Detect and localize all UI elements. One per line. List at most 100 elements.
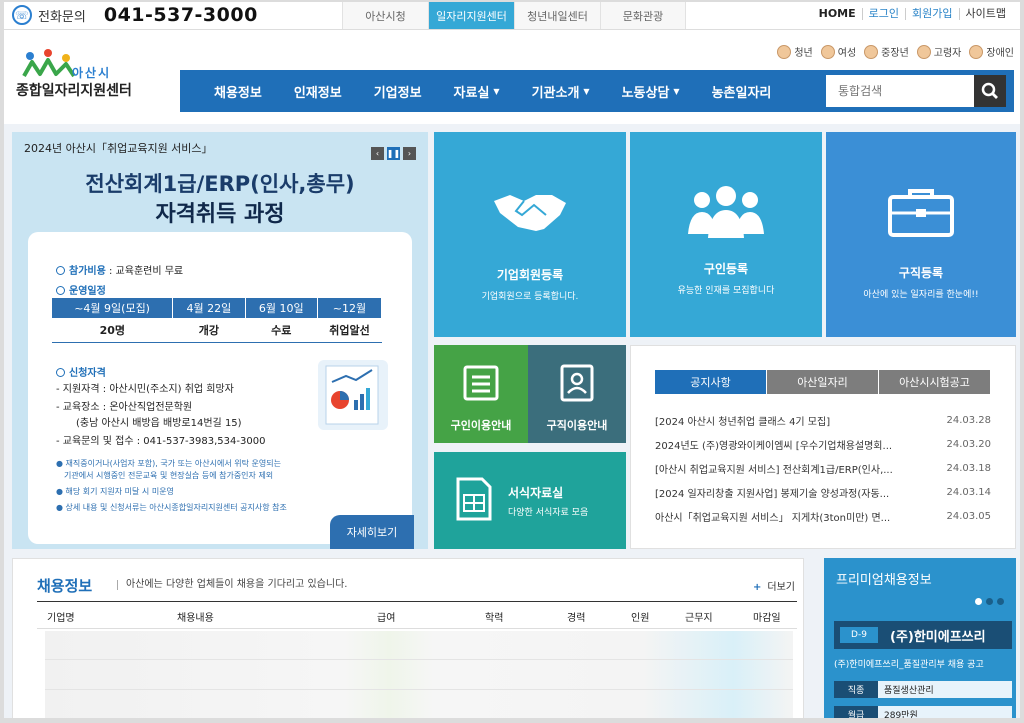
apply-heading: 신청자격 — [56, 364, 106, 379]
tile-title: 기업회원등록 — [496, 268, 564, 282]
user-type-label: 장애인 — [986, 48, 1014, 59]
tile-subtitle: 유능한 인재를 모집합니다 — [677, 286, 775, 296]
notice-date: 24.03.28 — [946, 414, 991, 426]
forms-library-tile[interactable]: 서식자료실 다양한 서식자료 모음 — [434, 452, 626, 549]
user-type-middle-aged[interactable]: 중장년 — [864, 44, 909, 59]
notice-item[interactable]: [2024 아산시 청년취업 클래스 4기 모집] 24.03.28 — [655, 408, 991, 432]
jobseek-guide-tile[interactable]: 구직이용안내 — [528, 345, 626, 443]
promo-banner[interactable]: 2024년 아산시「취업교육지원 서비스」 ‹ ❚❚ › 전산회계1급/ERP(… — [12, 132, 428, 549]
nav-company-info[interactable]: 기업정보 — [358, 70, 438, 112]
recruit-guide-tile[interactable]: 구인이용안내 — [434, 345, 528, 443]
nav-job-info[interactable]: 채용정보 — [180, 70, 278, 112]
schedule-heading: 운영일정 — [56, 282, 106, 297]
row-divider — [45, 689, 793, 690]
banner-top-text: 2024년 아산시「취업교육지원 서비스」 — [24, 142, 213, 155]
schedule-value: 취업알선 — [317, 318, 382, 343]
nav-resources[interactable]: 자료실 ▼ — [438, 70, 516, 112]
schedule-value: 수료 — [245, 318, 318, 343]
phone-number: 041-537-3000 — [103, 4, 258, 26]
nav-label: 자료실 — [453, 85, 490, 101]
carousel-dot[interactable] — [986, 598, 993, 605]
home-link[interactable]: HOME — [813, 8, 862, 20]
nav-talent-info[interactable]: 인재정보 — [278, 70, 358, 112]
column-header: 인원 — [631, 613, 650, 624]
premium-description[interactable]: (주)한미에프쓰리_품질관리부 채용 공고 — [834, 657, 984, 670]
tile-title: 구직등록 — [898, 266, 944, 280]
nav-labor-counsel[interactable]: 노동상담 ▼ — [606, 70, 696, 112]
notice-item[interactable]: 2024년도 (주)영광와이케이엠씨 [우수기업채용설명회... 24.03.20 — [655, 432, 991, 456]
notice-title: [2024 일자리창출 지원사업] 봉제기술 양성과정(자동... — [655, 488, 890, 500]
utility-links: HOME 로그인 회원가입 사이트맵 — [813, 8, 1012, 20]
carousel-dot[interactable] — [975, 598, 982, 605]
user-type-disabled[interactable]: 장애인 — [969, 44, 1014, 59]
user-type-label: 청년 — [794, 48, 813, 59]
tab-asan-jobs[interactable]: 아산일자리 — [767, 370, 878, 394]
tile-subtitle: 아산에 있는 일자리를 한눈에!! — [863, 290, 979, 300]
tab-youth-center[interactable]: 청년내일센터 — [514, 2, 600, 29]
tile-title: 구인등록 — [703, 262, 749, 276]
tile-subtitle: 기업회원으로 등록합니다. — [481, 292, 579, 302]
user-type-youth[interactable]: 청년 — [777, 44, 813, 59]
tile-title: 서식자료실 — [508, 485, 564, 500]
tab-job-center[interactable]: 일자리지원센터 — [428, 2, 514, 29]
plus-icon: + — [753, 582, 762, 593]
search-input[interactable] — [826, 75, 974, 107]
report-illustration-icon — [318, 360, 388, 430]
notice-list: [2024 아산시 청년취업 클래스 4기 모집] 24.03.28 2024년도… — [655, 408, 991, 528]
notice-item[interactable]: [아산시 취업교육지원 서비스] 전산회계1급/ERP(인사,... 24.03.… — [655, 456, 991, 480]
user-type-senior[interactable]: 고령자 — [916, 44, 962, 59]
tab-culture-tourism[interactable]: 문화관광 — [600, 2, 686, 29]
pause-icon[interactable]: ❚❚ — [387, 147, 400, 160]
field-key: 월급 — [834, 706, 878, 718]
nav-label: 노동상담 — [621, 85, 670, 101]
tab-exam-notices[interactable]: 아산시시험공고 — [879, 370, 990, 394]
company-register-tile[interactable]: 기업회원등록 기업회원으로 등록합니다. — [434, 132, 626, 337]
briefcase-icon — [888, 182, 954, 242]
user-type-women[interactable]: 여성 — [820, 44, 856, 59]
site-tabs: 아산시청 일자리지원센터 청년내일센터 문화관광 — [342, 2, 686, 29]
search-icon — [981, 82, 998, 99]
job-posting-register-tile[interactable]: 구인등록 유능한 인재를 모집합니다 — [630, 132, 822, 337]
field-value: 289만원 — [884, 711, 918, 718]
notice-item[interactable]: 아산시「취업교육지원 서비스」 지게차(3ton미만) 면... 24.03.05 — [655, 504, 991, 528]
prev-icon[interactable]: ‹ — [371, 147, 384, 160]
user-type-label: 고령자 — [933, 48, 962, 59]
nav-rural-jobs[interactable]: 농촌일자리 — [696, 70, 788, 112]
job-seeker-register-tile[interactable]: 구직등록 아산에 있는 일자리를 한눈에!! — [826, 132, 1016, 337]
sitemap-link[interactable]: 사이트맵 — [958, 8, 1012, 20]
schedule-header: ~12월 — [317, 298, 383, 318]
carousel-dot[interactable] — [997, 598, 1004, 605]
field-value: 품질생산관리 — [884, 686, 934, 696]
more-link[interactable]: + 더보기 — [753, 578, 795, 593]
apply-heading-text: 신청자격 — [69, 368, 106, 379]
signup-link[interactable]: 회원가입 — [905, 8, 958, 20]
login-link[interactable]: 로그인 — [861, 8, 905, 20]
chevron-down-icon: ▼ — [583, 86, 590, 96]
top-bar: ☏ 전화문의 041-537-3000 아산시청 일자리지원센터 청년내일센터 … — [4, 2, 1020, 30]
job-listings: 채용정보 아산에는 다양한 업체들이 채용을 기다리고 있습니다. + 더보기 기… — [12, 558, 804, 718]
notice-date: 24.03.05 — [946, 510, 991, 522]
tab-asan-city[interactable]: 아산시청 — [342, 2, 428, 29]
schedule-value: 개강 — [172, 318, 246, 343]
apply-line: - 교육문의 및 접수 : 041-537-3983,534-3000 — [56, 436, 266, 447]
note-line: ● 상세 내용 및 신청서류는 아산시종합일자리지원센터 공지사항 참조 — [56, 503, 287, 512]
premium-jobs: 프리미엄채용정보 D-9 (주)한미에프쓰리 (주)한미에프쓰리_품질관리부 채… — [824, 558, 1016, 718]
schedule-value: 20명 — [52, 318, 173, 343]
next-icon[interactable]: › — [403, 147, 416, 160]
site-logo[interactable]: 아산시 종합일자리지원센터 — [16, 48, 141, 102]
banner-more-button[interactable]: 자세히보기 — [330, 515, 414, 549]
notice-item[interactable]: [2024 일자리창출 지원사업] 봉제기술 양성과정(자동... 24.03.1… — [655, 480, 991, 504]
notice-title: [아산시 취업교육지원 서비스] 전산회계1급/ERP(인사,... — [655, 464, 893, 476]
blurred-job-rows — [45, 631, 793, 718]
search-button[interactable] — [974, 75, 1006, 107]
premium-field: 직종 품질생산관리 — [834, 681, 1012, 698]
schedule-header: ~4월 9일(모집) — [52, 298, 174, 318]
document-list-icon — [461, 363, 501, 407]
apply-line: (충남 아산시 배방읍 배방로14번길 15) — [76, 418, 242, 429]
nav-about[interactable]: 기관소개 ▼ — [516, 70, 606, 112]
youth-avatar-icon — [777, 44, 792, 59]
tab-notices[interactable]: 공지사항 — [655, 370, 766, 394]
dday-badge: D-9 — [840, 627, 878, 643]
fee-line: 참가비용 : 교육훈련비 무료 — [56, 262, 183, 277]
premium-company-card[interactable]: D-9 (주)한미에프쓰리 — [834, 621, 1012, 649]
